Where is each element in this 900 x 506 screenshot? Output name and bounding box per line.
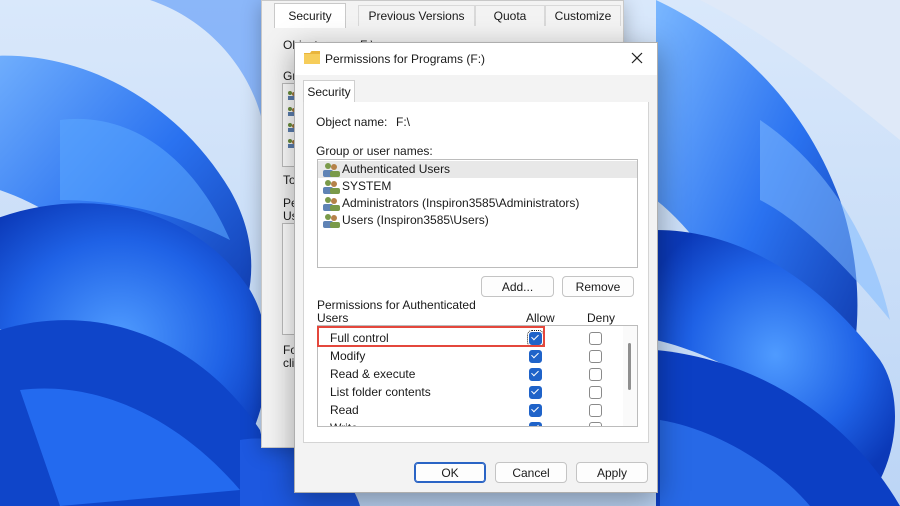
- bg-tab-customize[interactable]: Customize: [545, 5, 621, 26]
- deny-checkbox[interactable]: [589, 350, 602, 363]
- allow-checkbox[interactable]: [529, 422, 542, 426]
- close-icon: [631, 52, 643, 64]
- user-item-system[interactable]: SYSTEM: [318, 178, 637, 195]
- object-name-label: Object name:: [316, 115, 388, 129]
- permissions-for-label-user: Users: [317, 311, 349, 325]
- user-item-label: SYSTEM: [342, 179, 392, 193]
- cancel-button[interactable]: Cancel: [495, 462, 567, 483]
- deny-checkbox[interactable]: [589, 386, 602, 399]
- tab-security[interactable]: Security: [303, 80, 355, 104]
- allow-checkbox[interactable]: [529, 350, 542, 363]
- user-item-label: Administrators (Inspiron3585\Administrat…: [342, 196, 580, 210]
- users-icon: [323, 163, 340, 177]
- user-item-label: Authenticated Users: [342, 162, 451, 176]
- tab-strip: Security: [303, 80, 649, 104]
- user-item-label: Users (Inspiron3585\Users): [342, 213, 489, 227]
- permission-row: List folder contents: [318, 383, 620, 401]
- deny-column-header: Deny: [587, 311, 616, 325]
- allow-checkbox[interactable]: [529, 368, 542, 381]
- dialog-title: Permissions for Programs (F:): [325, 52, 486, 66]
- deny-checkbox[interactable]: [589, 332, 602, 345]
- permission-name: Read: [330, 403, 359, 417]
- user-item-users[interactable]: Users (Inspiron3585\Users): [318, 212, 637, 229]
- allow-checkbox[interactable]: [529, 404, 542, 417]
- permissions-for-label: Permissions for Authenticated: [317, 298, 476, 312]
- users-icon: [323, 214, 340, 228]
- bg-tab-security[interactable]: Security: [274, 3, 346, 28]
- remove-button[interactable]: Remove: [562, 276, 634, 297]
- permission-name: Modify: [330, 349, 366, 363]
- allow-checkbox[interactable]: [529, 386, 542, 399]
- permission-name: Read & execute: [330, 367, 416, 381]
- allow-column-header: Allow: [526, 311, 555, 325]
- permission-row: Read: [318, 401, 620, 419]
- background-tab-strip: Security Previous Versions Quota Customi…: [274, 3, 621, 28]
- bg-tab-quota[interactable]: Quota: [475, 5, 545, 26]
- apply-button[interactable]: Apply: [576, 462, 648, 483]
- object-name-value: F:\: [396, 115, 410, 129]
- permission-row: Modify: [318, 347, 620, 365]
- permissions-scrollbar[interactable]: [623, 326, 637, 426]
- deny-checkbox[interactable]: [589, 404, 602, 417]
- add-button[interactable]: Add...: [481, 276, 554, 297]
- permission-row: Write: [318, 419, 620, 426]
- deny-checkbox[interactable]: [589, 368, 602, 381]
- ok-button[interactable]: OK: [414, 462, 486, 483]
- permission-row: Read & execute: [318, 365, 620, 383]
- close-button[interactable]: [617, 43, 657, 73]
- scrollbar-thumb[interactable]: [628, 343, 631, 390]
- users-icon: [323, 180, 340, 194]
- folder-icon: [304, 51, 320, 64]
- user-list[interactable]: Authenticated Users SYSTEM Administrator…: [317, 159, 638, 268]
- title-bar[interactable]: Permissions for Programs (F:): [295, 43, 657, 75]
- bg-tab-previous-versions[interactable]: Previous Versions: [358, 5, 475, 26]
- security-tab-panel: Object name: F:\ Group or user names: Au…: [303, 102, 649, 443]
- deny-checkbox[interactable]: [589, 422, 602, 426]
- permission-name: List folder contents: [330, 385, 431, 399]
- users-icon: [323, 197, 340, 211]
- group-names-label: Group or user names:: [316, 144, 433, 158]
- annotation-highlight-box: [317, 326, 545, 347]
- user-item-administrators[interactable]: Administrators (Inspiron3585\Administrat…: [318, 195, 637, 212]
- user-item-authenticated-users[interactable]: Authenticated Users: [318, 161, 637, 178]
- permission-name: Write: [330, 421, 358, 426]
- permissions-dialog: Permissions for Programs (F:) Security O…: [294, 42, 658, 493]
